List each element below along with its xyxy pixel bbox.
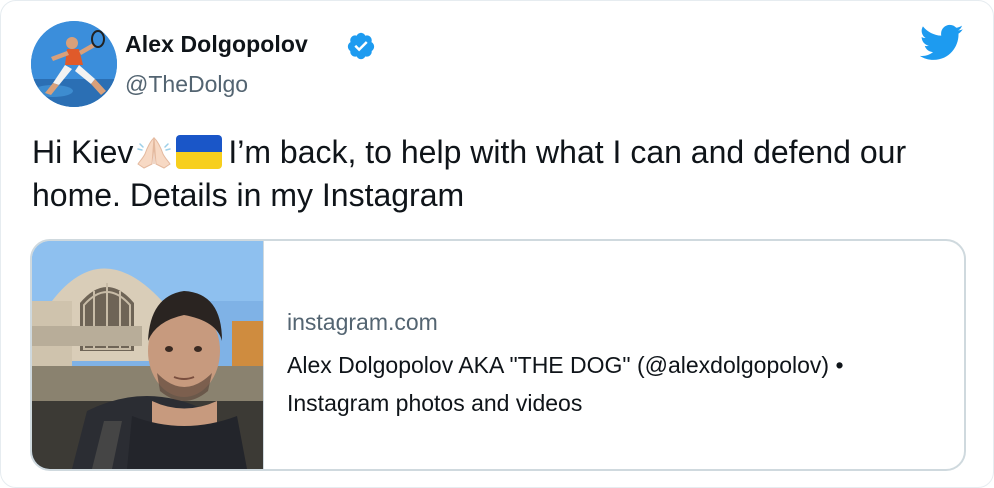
tweet-text-part1: Hi Kiev xyxy=(32,134,134,170)
ukraine-flag-emoji xyxy=(176,135,223,169)
tweet-card: Alex Dolgopolov @TheDolgo Hi Kiev I’m ba… xyxy=(0,0,994,488)
link-preview-domain: instagram.com xyxy=(287,309,438,335)
avatar-photo xyxy=(31,21,117,107)
link-preview-card[interactable]: instagram.com Alex Dolgopolov AKA "THE D… xyxy=(30,239,966,471)
author-handle[interactable]: @TheDolgo xyxy=(125,71,248,98)
link-preview-image xyxy=(32,241,264,469)
verified-badge-icon xyxy=(347,32,375,60)
tweet-text: Hi Kiev I’m back, to help with what I ca… xyxy=(32,131,962,217)
twitter-bird-icon[interactable] xyxy=(920,24,964,62)
avatar[interactable] xyxy=(31,21,117,107)
author-name[interactable]: Alex Dolgopolov xyxy=(125,31,308,58)
link-preview-title: Alex Dolgopolov AKA "THE DOG" (@alexdolg… xyxy=(287,352,844,416)
folded-hands-emoji xyxy=(137,137,172,169)
